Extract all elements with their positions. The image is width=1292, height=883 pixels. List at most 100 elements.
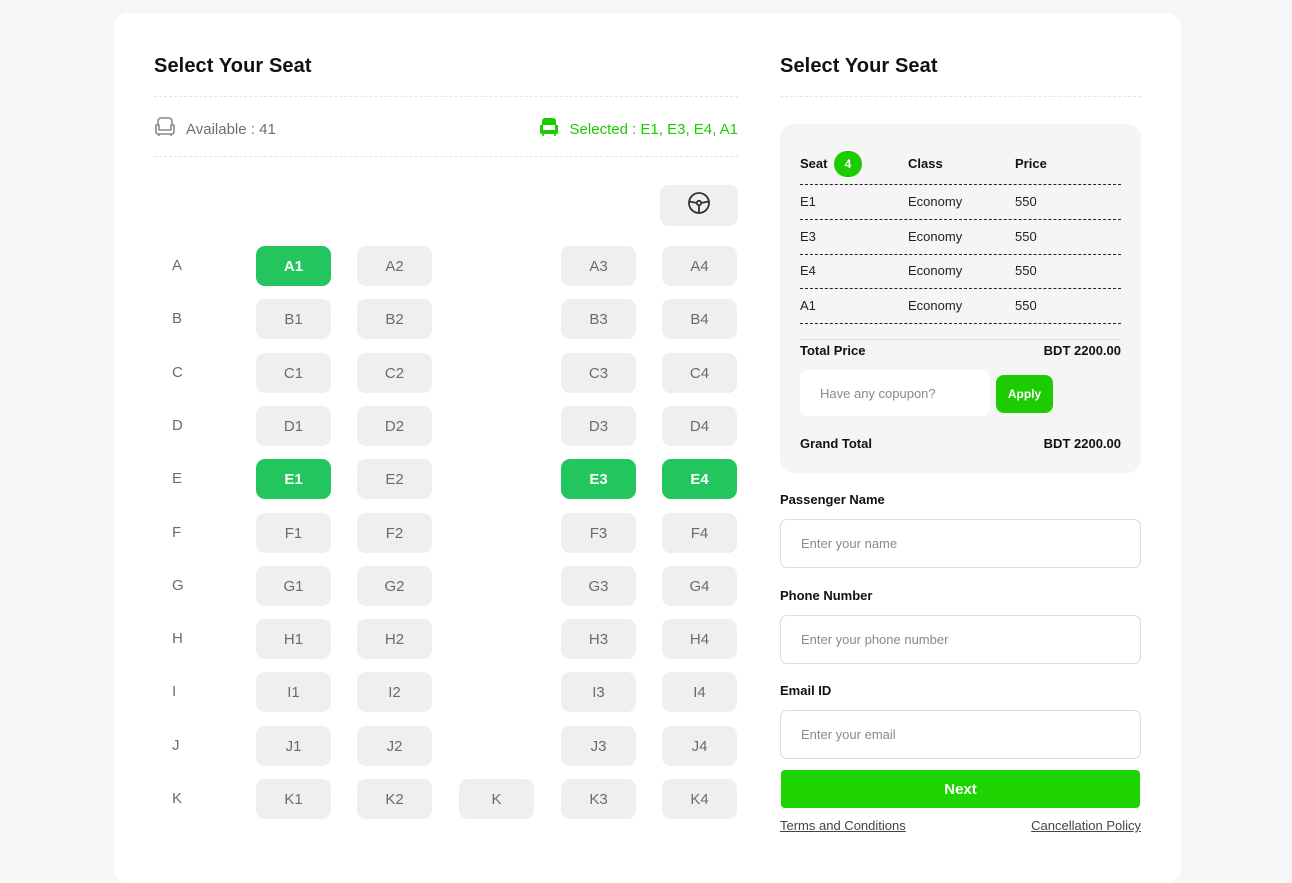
- summary-cell-class: Economy: [908, 263, 963, 278]
- phone-number-input[interactable]: [780, 615, 1141, 664]
- seat-a4[interactable]: A4: [662, 246, 737, 286]
- table-divider: [800, 254, 1121, 255]
- seat-k[interactable]: K: [459, 779, 534, 819]
- selected-seats: Selected : E1, E3, E4, A1: [569, 120, 738, 138]
- summary-cell-seat: E3: [800, 229, 816, 244]
- seat-b1[interactable]: B1: [256, 299, 331, 339]
- seat-e1[interactable]: E1: [256, 459, 331, 499]
- divider: [780, 96, 1141, 97]
- seat-k3[interactable]: K3: [561, 779, 636, 819]
- summary-cell-price: 550: [1015, 194, 1037, 209]
- summary-title: Select Your Seat: [780, 55, 938, 77]
- row-label: E: [172, 470, 183, 487]
- seat-f3[interactable]: F3: [561, 513, 636, 553]
- row-label: H: [172, 630, 183, 647]
- row-label: A: [172, 257, 183, 274]
- seat-i1[interactable]: I1: [256, 672, 331, 712]
- row-label: J: [172, 737, 180, 754]
- driver-seat: [660, 185, 738, 226]
- seat-i3[interactable]: I3: [561, 672, 636, 712]
- selected-indicator: Selected : E1, E3, E4, A1: [538, 117, 738, 141]
- seat-k1[interactable]: K1: [256, 779, 331, 819]
- total-price-label: Total Price: [800, 343, 866, 358]
- seat-c3[interactable]: C3: [561, 353, 636, 393]
- seat-d4[interactable]: D4: [662, 406, 737, 446]
- seat-h3[interactable]: H3: [561, 619, 636, 659]
- seat-d2[interactable]: D2: [357, 406, 432, 446]
- seat-map-title: Select Your Seat: [154, 55, 312, 77]
- seat-f1[interactable]: F1: [256, 513, 331, 553]
- class-header: Class: [908, 156, 943, 171]
- summary-cell-seat: A1: [800, 298, 816, 313]
- next-button[interactable]: Next: [781, 770, 1140, 808]
- row-label: C: [172, 364, 183, 381]
- seat-j1[interactable]: J1: [256, 726, 331, 766]
- summary-cell-price: 550: [1015, 229, 1037, 244]
- table-divider: [800, 219, 1121, 220]
- seat-e3[interactable]: E3: [561, 459, 636, 499]
- row-label: F: [172, 524, 182, 541]
- seat-c1[interactable]: C1: [256, 353, 331, 393]
- terms-link[interactable]: Terms and Conditions: [780, 818, 906, 833]
- seat-h1[interactable]: H1: [256, 619, 331, 659]
- row-label: K: [172, 790, 183, 807]
- seat-d3[interactable]: D3: [561, 406, 636, 446]
- seat-e2[interactable]: E2: [357, 459, 432, 499]
- seat-i4[interactable]: I4: [662, 672, 737, 712]
- row-label: B: [172, 310, 183, 327]
- table-divider: [800, 288, 1121, 289]
- booking-card: Select Your Seat Available : 41 Selected…: [114, 13, 1181, 883]
- grand-total-label: Grand Total: [800, 436, 872, 451]
- seat-j4[interactable]: J4: [662, 726, 737, 766]
- seat-b4[interactable]: B4: [662, 299, 737, 339]
- table-divider: [800, 184, 1121, 185]
- seat-count-badge: 4: [834, 151, 862, 177]
- seat-header: Seat: [800, 156, 828, 171]
- price-header: Price: [1015, 156, 1047, 171]
- seat-h2[interactable]: H2: [357, 619, 432, 659]
- passenger-name-input[interactable]: [780, 519, 1141, 568]
- seat-b3[interactable]: B3: [561, 299, 636, 339]
- seat-c2[interactable]: C2: [357, 353, 432, 393]
- grand-total-value: BDT 2200.00: [1043, 436, 1121, 451]
- seat-k2[interactable]: K2: [357, 779, 432, 819]
- row-label: I: [172, 683, 177, 700]
- seat-j2[interactable]: J2: [357, 726, 432, 766]
- seat-g4[interactable]: G4: [662, 566, 737, 606]
- coupon-input[interactable]: [800, 370, 990, 416]
- seat-d1[interactable]: D1: [256, 406, 331, 446]
- steering-wheel-icon: [687, 191, 711, 220]
- email-label: Email ID: [780, 683, 832, 698]
- seat-h4[interactable]: H4: [662, 619, 737, 659]
- row-label: G: [172, 577, 184, 594]
- seat-g2[interactable]: G2: [357, 566, 432, 606]
- summary-box: Seat 4 Class Price E1 Economy 550 E3 Economy…: [780, 124, 1141, 473]
- summary-cell-price: 550: [1015, 298, 1037, 313]
- apply-coupon-button[interactable]: Apply: [996, 375, 1053, 413]
- seat-e4[interactable]: E4: [662, 459, 737, 499]
- cancellation-policy-link[interactable]: Cancellation Policy: [1031, 818, 1141, 833]
- seat-g3[interactable]: G3: [561, 566, 636, 606]
- seat-f2[interactable]: F2: [357, 513, 432, 553]
- seat-k4[interactable]: K4: [662, 779, 737, 819]
- email-input[interactable]: [780, 710, 1141, 759]
- summary-cell-class: Economy: [908, 194, 963, 209]
- seat-a3[interactable]: A3: [561, 246, 636, 286]
- seat-b2[interactable]: B2: [357, 299, 432, 339]
- available-indicator: Available : 41: [154, 117, 276, 141]
- total-divider: [800, 339, 1121, 340]
- seat-a1[interactable]: A1: [256, 246, 331, 286]
- summary-cell-price: 550: [1015, 263, 1037, 278]
- seat-a2[interactable]: A2: [357, 246, 432, 286]
- passenger-name-label: Passenger Name: [780, 492, 885, 507]
- row-label: D: [172, 417, 183, 434]
- seat-g1[interactable]: G1: [256, 566, 331, 606]
- seat-f4[interactable]: F4: [662, 513, 737, 553]
- seat-c4[interactable]: C4: [662, 353, 737, 393]
- seat-filled-icon: [538, 117, 560, 141]
- seat-i2[interactable]: I2: [357, 672, 432, 712]
- summary-cell-class: Economy: [908, 298, 963, 313]
- summary-cell-seat: E4: [800, 263, 816, 278]
- available-count: Available : 41: [186, 120, 276, 138]
- seat-j3[interactable]: J3: [561, 726, 636, 766]
